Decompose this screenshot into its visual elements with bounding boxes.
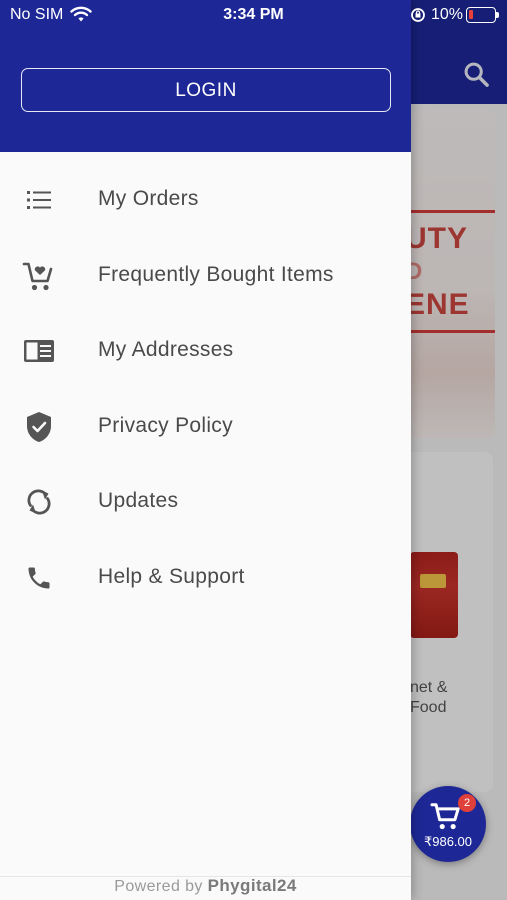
menu-item-label: Help & Support <box>98 564 245 588</box>
menu-item-my-addresses[interactable]: My Addresses <box>0 314 411 390</box>
menu-item-updates[interactable]: Updates <box>0 465 411 541</box>
menu-item-help-support[interactable]: Help & Support <box>0 541 411 617</box>
menu-item-label: My Orders <box>98 187 199 210</box>
menu-item-privacy-policy[interactable]: Privacy Policy <box>0 390 411 466</box>
menu-item-label: My Addresses <box>98 338 234 361</box>
battery-icon <box>466 7 499 23</box>
login-button[interactable]: LOGIN <box>21 68 391 112</box>
status-bar: No SIM 3:34 PM 10% <box>0 0 507 30</box>
navigation-drawer: LOGIN My Orders Frequently Bought Items … <box>0 0 411 900</box>
rotation-lock-icon <box>410 7 426 28</box>
cart-count-badge: 2 <box>458 794 476 812</box>
menu-item-label: Updates <box>98 489 179 512</box>
phone-icon <box>22 563 56 593</box>
menu-item-frequently-bought[interactable]: Frequently Bought Items <box>0 239 411 315</box>
drawer-menu: My Orders Frequently Bought Items My Add… <box>0 163 411 616</box>
menu-item-label: Privacy Policy <box>98 413 233 437</box>
powered-by-footer: Powered by Phygital24 <box>0 876 411 896</box>
brand-name: Phygital24 <box>207 876 297 895</box>
battery-percent: 10% <box>431 6 464 23</box>
sync-icon <box>22 487 56 517</box>
menu-item-label: Frequently Bought Items <box>98 262 334 286</box>
powered-by-label: Powered by <box>114 878 203 895</box>
cart-heart-icon <box>22 261 56 291</box>
shield-check-icon <box>22 411 56 442</box>
cart-total: ₹986.00 <box>423 834 473 849</box>
address-card-icon <box>22 336 56 366</box>
list-icon <box>22 185 56 215</box>
menu-item-my-orders[interactable]: My Orders <box>0 163 411 239</box>
